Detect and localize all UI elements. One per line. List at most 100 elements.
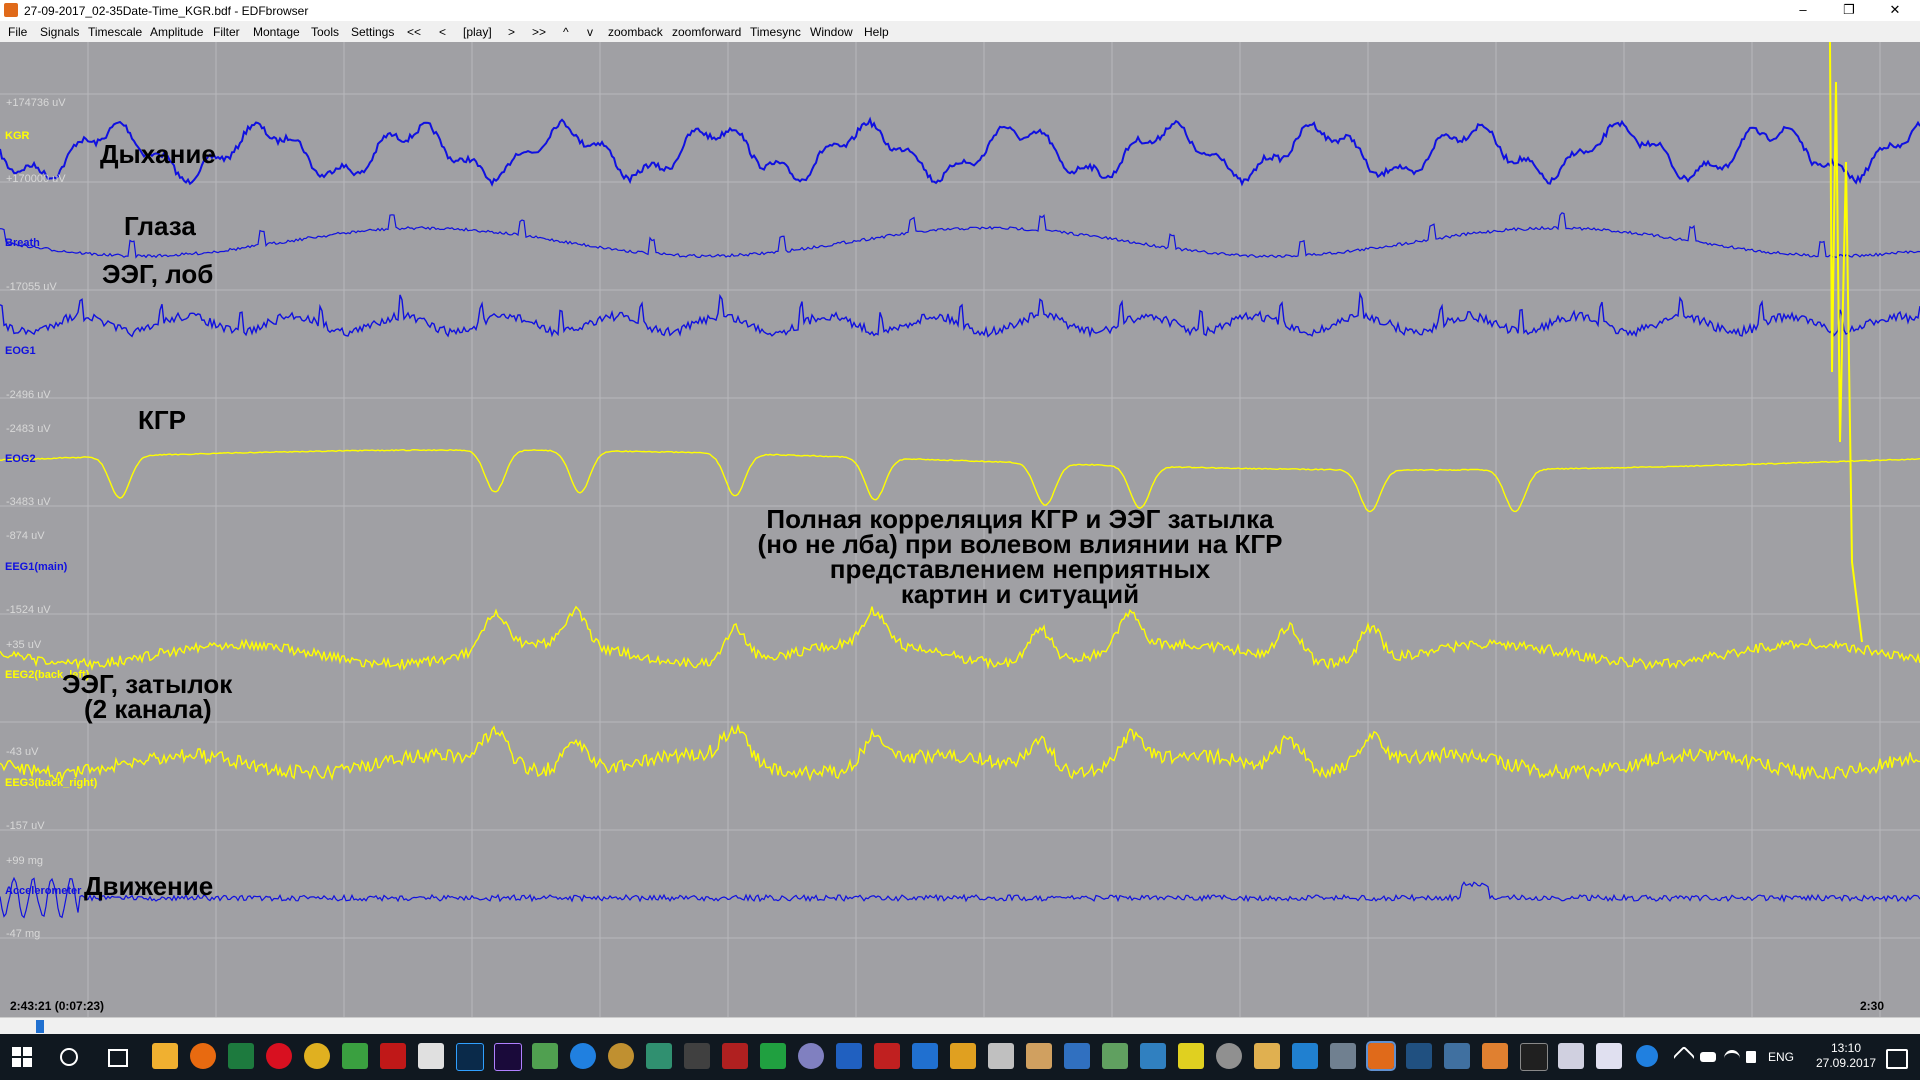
- menu-forward[interactable]: >: [508, 25, 515, 39]
- app-icon[interactable]: [1558, 1043, 1584, 1069]
- horizontal-scrollbar[interactable]: [0, 1017, 1920, 1035]
- maximize-button[interactable]: ❐: [1826, 0, 1872, 21]
- excel-icon[interactable]: [228, 1043, 254, 1069]
- tick-label: -157 uV: [6, 820, 45, 832]
- signal-plot[interactable]: +174736 uV +170000 uV -17055 uV -2496 uV…: [0, 42, 1920, 1017]
- clock-time: 13:10: [1830, 1041, 1862, 1055]
- firefox-icon[interactable]: [190, 1043, 216, 1069]
- eog-trace: [0, 212, 1920, 259]
- app-icon[interactable]: [1482, 1043, 1508, 1069]
- channel-label-eog1[interactable]: EOG1: [5, 345, 36, 357]
- after-effects-icon[interactable]: [494, 1043, 522, 1071]
- menu-montage[interactable]: Montage: [253, 25, 300, 39]
- battery-icon[interactable]: [1700, 1052, 1716, 1062]
- app-icon[interactable]: [798, 1043, 824, 1069]
- clock-date: 27.09.2017: [1816, 1056, 1877, 1070]
- notepad-icon[interactable]: [342, 1043, 368, 1069]
- chrome-icon[interactable]: [304, 1043, 330, 1069]
- annotation-movement: Движение: [84, 871, 214, 901]
- app-icon[interactable]: [1140, 1043, 1166, 1069]
- opera-icon[interactable]: [266, 1043, 292, 1069]
- calculator-icon[interactable]: [418, 1043, 444, 1069]
- breath-trace: [0, 116, 1920, 187]
- app-icon[interactable]: [1596, 1043, 1622, 1069]
- app-icon[interactable]: [950, 1043, 976, 1069]
- menu-help[interactable]: Help: [864, 25, 889, 39]
- menu-timescale[interactable]: Timescale: [88, 25, 142, 39]
- app-icon[interactable]: [608, 1043, 634, 1069]
- clock[interactable]: 13:10 27.09.2017: [1816, 1041, 1876, 1071]
- menu-file[interactable]: File: [8, 25, 27, 39]
- channel-label-breath[interactable]: Breath: [5, 237, 40, 249]
- menu-down[interactable]: v: [587, 25, 593, 39]
- menu-amplitude[interactable]: Amplitude: [150, 25, 203, 39]
- annotation-eeg-occipital-channels: (2 канала): [84, 694, 212, 724]
- file-explorer-icon[interactable]: [152, 1043, 178, 1069]
- task-view-icon[interactable]: [108, 1049, 128, 1067]
- search-icon[interactable]: [60, 1048, 78, 1066]
- wifi-icon[interactable]: [1724, 1050, 1740, 1067]
- help-icon[interactable]: [1636, 1045, 1658, 1067]
- app-icon[interactable]: [988, 1043, 1014, 1069]
- menu-rewind-fast[interactable]: <<: [407, 25, 421, 39]
- annotation-note-line: картин и ситуаций: [900, 579, 1140, 609]
- menu-filter[interactable]: Filter: [213, 25, 240, 39]
- app-icon[interactable]: [1444, 1043, 1470, 1069]
- app-icon[interactable]: [912, 1043, 938, 1069]
- menu-forward-fast[interactable]: >>: [532, 25, 546, 39]
- minimize-button[interactable]: –: [1780, 0, 1826, 21]
- menu-zoomforward[interactable]: zoomforward: [672, 25, 741, 39]
- app-icon[interactable]: [1330, 1043, 1356, 1069]
- notifications-icon[interactable]: [1886, 1049, 1908, 1069]
- volume-icon[interactable]: [1746, 1051, 1756, 1063]
- app-icon[interactable]: [874, 1043, 900, 1069]
- app-icon[interactable]: [532, 1043, 558, 1069]
- channel-label-eog2[interactable]: EOG2: [5, 453, 36, 465]
- app-icon[interactable]: [684, 1043, 710, 1069]
- chevron-up-icon[interactable]: [1672, 1045, 1696, 1069]
- menu-tools[interactable]: Tools: [311, 25, 339, 39]
- channel-label-kgr[interactable]: KGR: [5, 130, 29, 142]
- app-icon[interactable]: [1216, 1043, 1242, 1069]
- menu-window[interactable]: Window: [810, 25, 853, 39]
- menu-timesync[interactable]: Timesync: [750, 25, 801, 39]
- channel-label-eeg1[interactable]: EEG1(main): [5, 561, 67, 573]
- terminal-icon[interactable]: [1520, 1043, 1548, 1071]
- tick-label: -43 uV: [6, 746, 39, 758]
- annotation-breathing: Дыхание: [100, 139, 216, 169]
- annotation-note: Полная корреляция КГР и ЭЭГ затылка (но …: [700, 506, 1340, 609]
- menu-signals[interactable]: Signals: [40, 25, 79, 39]
- menu-rewind[interactable]: <: [439, 25, 446, 39]
- windows-start-icon[interactable]: [12, 1047, 32, 1067]
- app-icon[interactable]: [760, 1043, 786, 1069]
- channel-label-accelerometer[interactable]: Accelerometer: [5, 885, 81, 897]
- menu-play[interactable]: [play]: [463, 25, 492, 39]
- scrollbar-thumb[interactable]: [36, 1020, 44, 1033]
- annotation-kgr: КГР: [138, 405, 186, 435]
- close-button[interactable]: ✕: [1872, 0, 1918, 21]
- app-icon[interactable]: [1026, 1043, 1052, 1069]
- language-indicator[interactable]: ENG: [1768, 1050, 1794, 1064]
- app-icon[interactable]: [1064, 1043, 1090, 1069]
- menu-settings[interactable]: Settings: [351, 25, 394, 39]
- app-icon[interactable]: [1292, 1043, 1318, 1069]
- app-icon[interactable]: [1406, 1043, 1432, 1069]
- tick-label: -2496 uV: [6, 389, 51, 401]
- accelerometer-trace: [0, 876, 1920, 919]
- teamviewer-icon[interactable]: [570, 1043, 596, 1069]
- app-icon[interactable]: [1102, 1043, 1128, 1069]
- edfbrowser-taskbar-icon[interactable]: [1366, 1041, 1396, 1071]
- app-icon[interactable]: [646, 1043, 672, 1069]
- menu-zoomback[interactable]: zoomback: [608, 25, 663, 39]
- app-icon[interactable]: [722, 1043, 748, 1069]
- filezilla-icon[interactable]: [380, 1043, 406, 1069]
- menu-up[interactable]: ^: [563, 25, 569, 39]
- tick-label: -1524 uV: [6, 604, 51, 616]
- kgr-trace: [0, 448, 1920, 513]
- channel-label-eeg3[interactable]: EEG3(back_right): [5, 777, 97, 789]
- app-icon[interactable]: [1178, 1043, 1204, 1069]
- app-icon[interactable]: [1254, 1043, 1280, 1069]
- menu-bar: File Signals Timescale Amplitude Filter …: [0, 21, 1920, 43]
- photoshop-icon[interactable]: [456, 1043, 484, 1071]
- app-icon[interactable]: [836, 1043, 862, 1069]
